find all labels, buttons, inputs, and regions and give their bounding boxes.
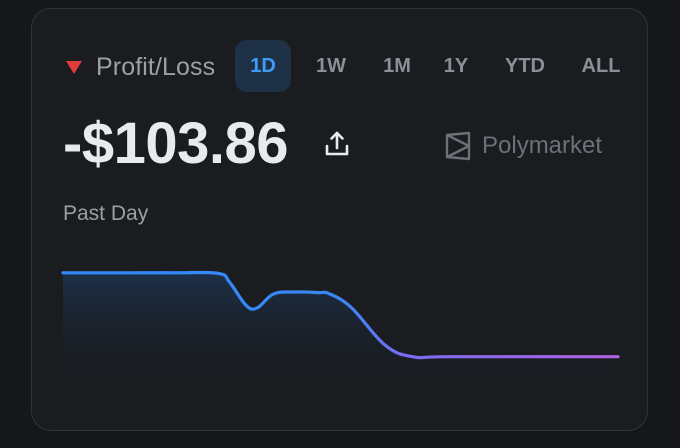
tab-1y[interactable]: 1Y bbox=[431, 40, 481, 92]
chart-area-fill bbox=[63, 272, 618, 394]
pnl-card: Profit/Loss 1D 1W 1M 1Y YTD ALL -$103.86… bbox=[31, 8, 648, 431]
chart-series-line bbox=[61, 270, 620, 360]
chart-point-5 bbox=[244, 303, 248, 307]
trend-down-icon bbox=[66, 61, 82, 74]
chart-point-14 bbox=[450, 355, 454, 359]
brand-name: Polymarket bbox=[482, 132, 603, 159]
chart-point-13 bbox=[411, 355, 415, 359]
chart-point-10 bbox=[327, 292, 331, 296]
brand: Polymarket bbox=[444, 129, 602, 163]
metric-label: Profit/Loss bbox=[96, 53, 216, 81]
tab-all[interactable]: ALL bbox=[571, 40, 621, 92]
tab-ytd[interactable]: YTD bbox=[493, 40, 557, 92]
pnl-value: -$103.86 bbox=[63, 111, 288, 176]
chart-point-12 bbox=[383, 343, 387, 347]
chart-point-6 bbox=[255, 306, 259, 310]
chart-point-0 bbox=[61, 271, 65, 275]
chart-point-15 bbox=[616, 355, 620, 359]
chart-point-7 bbox=[272, 292, 276, 296]
polymarket-logo-icon bbox=[445, 131, 471, 161]
share-upload-icon[interactable] bbox=[322, 129, 352, 159]
time-range-tabs: 1D 1W 1M 1Y YTD ALL bbox=[235, 40, 621, 92]
tab-1d[interactable]: 1D bbox=[235, 40, 291, 92]
chart-point-1 bbox=[117, 271, 121, 275]
period-label: Past Day bbox=[63, 202, 149, 225]
chart-point-2 bbox=[172, 271, 176, 275]
chart-point-4 bbox=[228, 280, 232, 284]
chart-point-11 bbox=[350, 306, 354, 310]
chart-point-3 bbox=[216, 271, 220, 275]
chart-point-8 bbox=[294, 290, 298, 294]
tab-1m[interactable]: 1M bbox=[369, 40, 425, 92]
chart-point-9 bbox=[316, 291, 320, 295]
tab-1w[interactable]: 1W bbox=[303, 40, 359, 92]
